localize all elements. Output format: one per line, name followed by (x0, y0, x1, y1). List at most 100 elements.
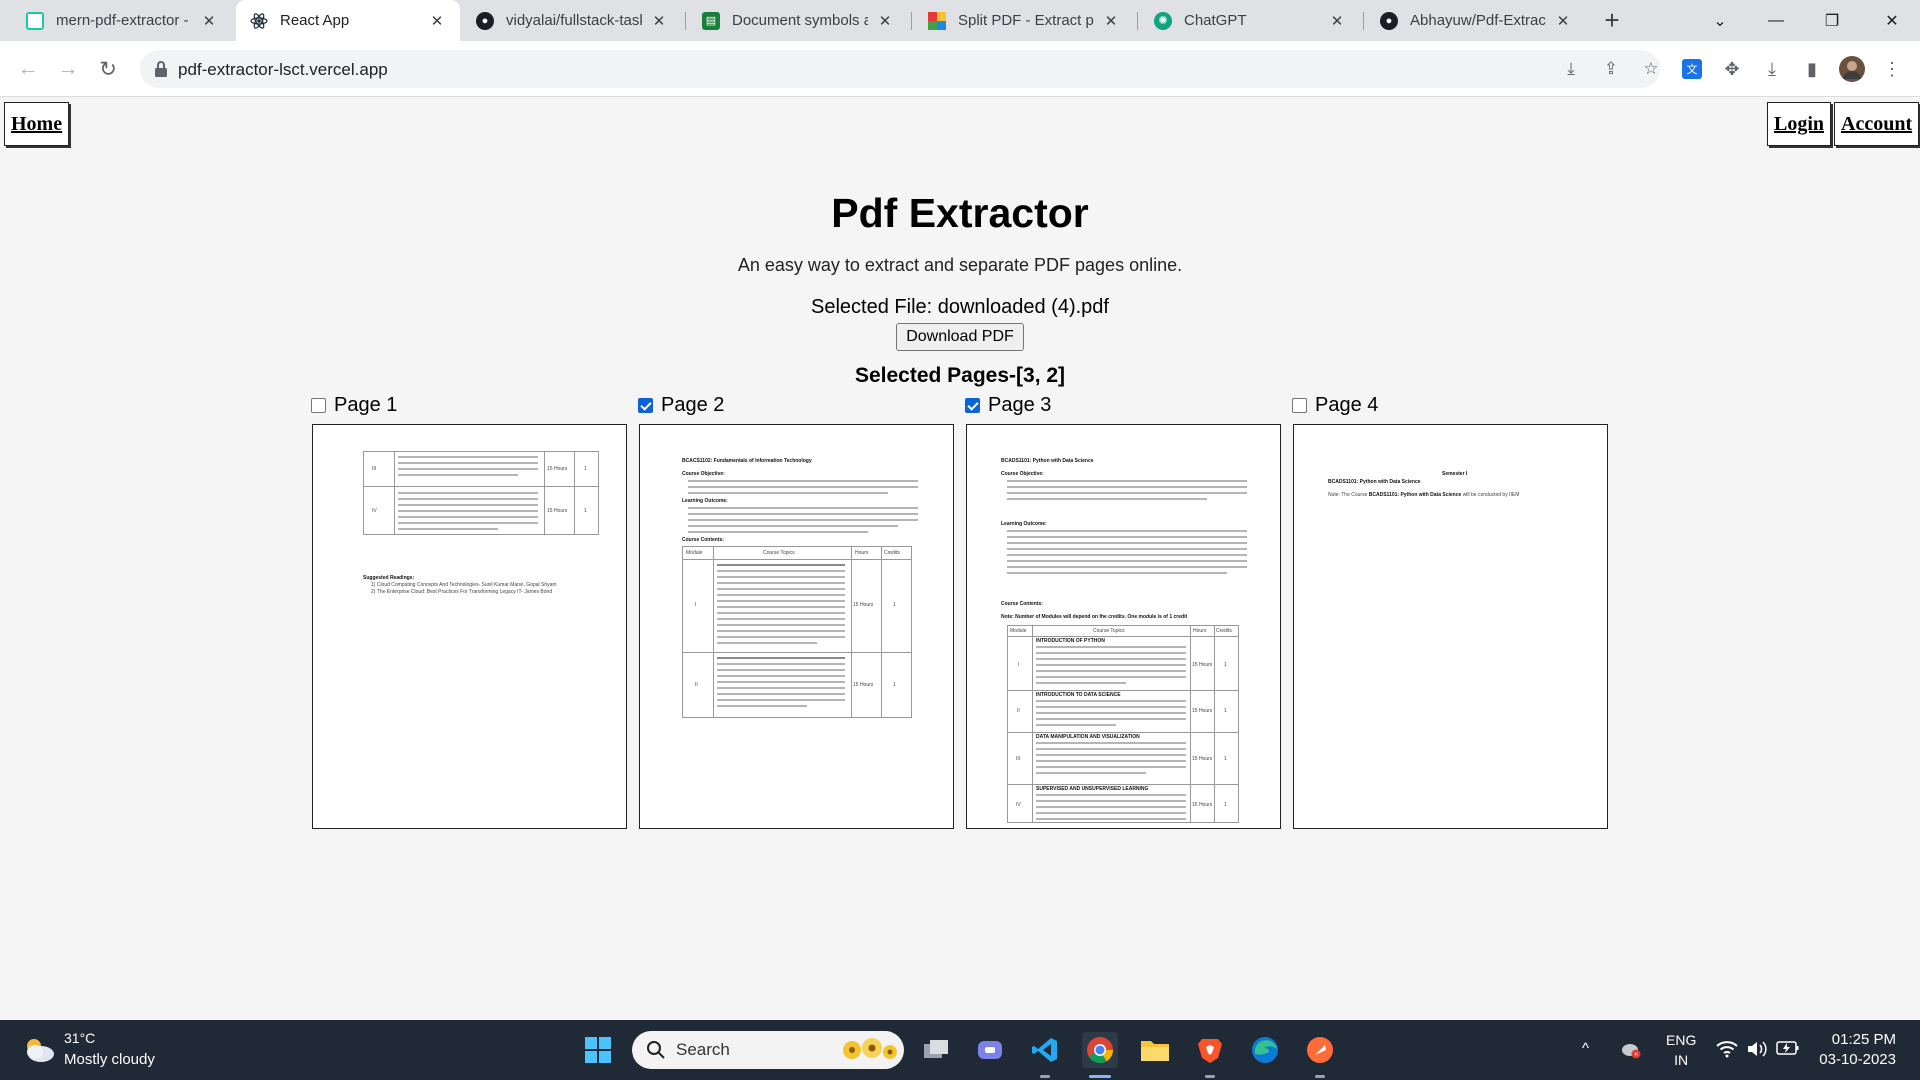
battery-icon[interactable] (1776, 1040, 1800, 1060)
page-4-checkbox[interactable] (1292, 398, 1307, 413)
chrome-menu-icon[interactable]: ⋮ (1878, 55, 1906, 83)
page-3-checkbox[interactable] (965, 398, 980, 413)
vscode-icon[interactable] (1027, 1032, 1063, 1068)
extensions-puzzle-icon[interactable]: ✥ (1718, 55, 1746, 83)
file-explorer-icon[interactable] (1137, 1032, 1173, 1068)
downloads-icon[interactable]: ⤓ (1758, 55, 1786, 83)
page-2-checkbox[interactable] (638, 398, 653, 413)
hours-cell: 15 Hours (1192, 708, 1213, 714)
login-link[interactable]: Login (1767, 102, 1832, 146)
weather-description[interactable]: Mostly cloudy (64, 1051, 155, 1068)
teams-chat-icon[interactable] (972, 1032, 1008, 1068)
close-icon[interactable]: ✕ (876, 12, 894, 30)
url-text: pdf-extractor-lsct.vercel.app (178, 60, 388, 79)
download-pdf-button[interactable]: Download PDF (896, 323, 1024, 351)
page-3-label: Page 3 (988, 394, 1052, 416)
tab-chatgpt[interactable]: ✺ ChatGPT ✕ (1140, 0, 1360, 41)
page-3-thumbnail[interactable]: BCADS1101: Python with Data Science Cour… (966, 424, 1281, 829)
svg-text:文: 文 (1687, 62, 1698, 76)
side-panel-icon[interactable]: ▮ (1798, 55, 1826, 83)
minimize-button[interactable]: — (1748, 0, 1804, 41)
language-indicator[interactable]: ENG IN (1666, 1030, 1696, 1070)
volume-icon[interactable] (1746, 1040, 1768, 1062)
search-highlight-flowers-icon (843, 1038, 897, 1059)
reload-button[interactable]: ↻ (94, 55, 122, 83)
profile-avatar[interactable] (1838, 55, 1866, 83)
close-icon[interactable]: ✕ (428, 12, 446, 30)
tray-overflow-chevron-icon[interactable]: ^ (1582, 1040, 1589, 1057)
row-label: II (695, 682, 698, 688)
account-link[interactable]: Account (1834, 102, 1920, 146)
module-topic: SUPERVISED AND UNSUPERVISED LEARNING (1036, 786, 1149, 792)
forward-button[interactable]: → (54, 55, 82, 83)
weather-temperature[interactable]: 31°C (64, 1030, 95, 1046)
vercel-icon (26, 11, 44, 30)
semester-heading: Semester I (1442, 471, 1468, 477)
new-tab-button[interactable]: + (1598, 7, 1626, 35)
edge-browser-icon[interactable] (1247, 1032, 1283, 1068)
tab-title: ChatGPT (1184, 12, 1247, 29)
page-2-option[interactable]: Page 2 (638, 394, 724, 417)
course-contents-label: Course Contents: (682, 537, 724, 543)
mini-table: Module Course Topics Hours Credits I II … (682, 546, 912, 718)
tab-title: mern-pdf-extractor - (56, 12, 189, 29)
tab-mern-pdf-extractor[interactable]: mern-pdf-extractor - ✕ (12, 0, 232, 41)
tab-title: Abhayuw/Pdf-Extract (1410, 12, 1546, 29)
search-icon (647, 1041, 665, 1059)
page-4-thumbnail[interactable]: Semester I BCADS1101: Python with Data S… (1293, 424, 1608, 829)
bookmark-star-icon[interactable]: ☆ (1642, 60, 1660, 78)
wifi-icon[interactable] (1716, 1040, 1738, 1062)
svg-text:×: × (1634, 1052, 1638, 1059)
github-icon: ● (476, 11, 494, 30)
tab-split-pdf[interactable]: Split PDF - Extract pa ✕ (914, 0, 1134, 41)
home-link[interactable]: Home (4, 102, 70, 146)
row-label: II (1017, 708, 1020, 714)
tab-search-icon[interactable]: ⌄ (1692, 0, 1748, 41)
browser-tab-strip: mern-pdf-extractor - ✕ React App ✕ ● vid… (0, 0, 1920, 41)
docs-icon: ▤ (702, 11, 720, 30)
course-heading: BCACS1102: Fundamentals of Information T… (682, 458, 812, 464)
page-2-thumbnail[interactable]: BCACS1102: Fundamentals of Information T… (639, 424, 954, 829)
close-icon[interactable]: ✕ (1328, 12, 1346, 30)
install-app-icon[interactable]: ⤓ (1562, 60, 1580, 78)
credits-cell: 1 (1224, 708, 1227, 714)
postman-icon[interactable] (1302, 1032, 1338, 1068)
back-button[interactable]: ← (14, 55, 42, 83)
windows-start-icon[interactable] (580, 1032, 616, 1068)
page-4-option[interactable]: Page 4 (1292, 394, 1378, 417)
brave-browser-icon[interactable] (1192, 1032, 1228, 1068)
close-icon[interactable]: ✕ (200, 12, 218, 30)
credits-cell: 1 (1224, 802, 1227, 808)
tab-document-symbols[interactable]: ▤ Document symbols a ✕ (688, 0, 908, 41)
restore-button[interactable]: ❐ (1804, 0, 1860, 41)
address-bar[interactable]: pdf-extractor-lsct.vercel.app ⤓ ⇪ ☆ (140, 50, 1660, 88)
close-icon[interactable]: ✕ (1102, 12, 1120, 30)
page-1-option[interactable]: Page 1 (311, 394, 397, 417)
taskbar-search[interactable]: Search (632, 1031, 904, 1069)
tab-react-app[interactable]: React App ✕ (236, 0, 460, 41)
mini-table: Module Course Topics Hours Credits I II … (1007, 625, 1239, 823)
page-4-label: Page 4 (1315, 394, 1379, 416)
close-window-button[interactable]: ✕ (1864, 0, 1920, 41)
chrome-icon[interactable] (1082, 1032, 1118, 1068)
page-1-thumbnail[interactable]: III IV 15 Hours 15 Hours 1 1 Suggested R… (312, 424, 627, 829)
tab-abhayuw-pdf-extract[interactable]: ● Abhayuw/Pdf-Extract ✕ (1366, 0, 1586, 41)
col-header: Course Topics (1093, 628, 1125, 634)
close-icon[interactable]: ✕ (650, 12, 668, 30)
clock-date: 03-10-2023 (1819, 1051, 1896, 1068)
task-view-icon[interactable] (918, 1032, 954, 1068)
tray-security-icon[interactable]: × (1620, 1040, 1642, 1064)
browser-toolbar: ← → ↻ pdf-extractor-lsct.vercel.app ⤓ ⇪ … (0, 41, 1920, 97)
modules-note: Note: Number of Modules will depend on t… (1001, 614, 1188, 620)
extension-translate-icon[interactable]: 文 (1678, 55, 1706, 83)
system-clock[interactable]: 01:25 PM 03-10-2023 (1819, 1030, 1896, 1070)
course-contents-label: Course Contents: (1001, 601, 1043, 607)
hours-cell: 15 Hours (1192, 662, 1213, 668)
page-1-checkbox[interactable] (311, 398, 326, 413)
row-label: III (1016, 756, 1021, 762)
share-icon[interactable]: ⇪ (1602, 60, 1620, 78)
page-1-label: Page 1 (334, 394, 398, 416)
page-3-option[interactable]: Page 3 (965, 394, 1051, 417)
tab-vidyalai-fullstack-task[interactable]: ● vidyalai/fullstack-task ✕ (462, 0, 682, 41)
close-icon[interactable]: ✕ (1554, 12, 1572, 30)
